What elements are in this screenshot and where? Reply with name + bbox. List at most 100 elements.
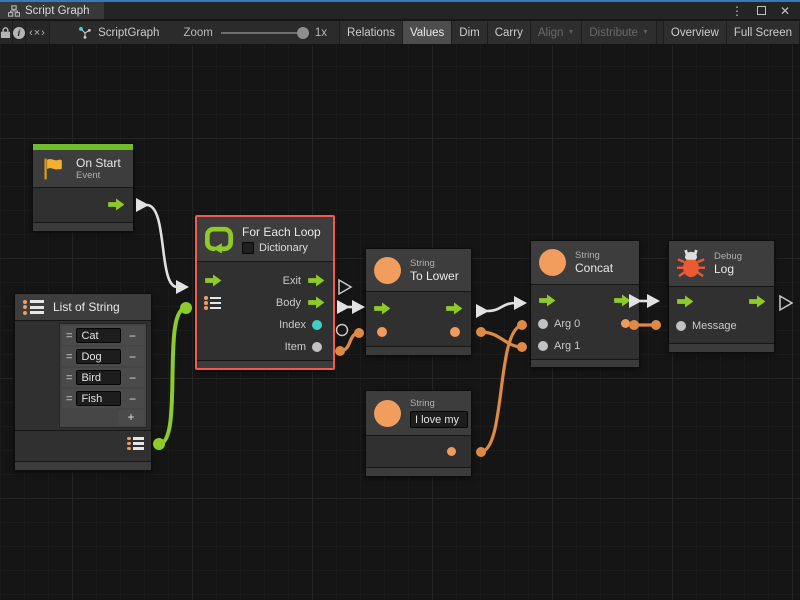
- graph-name-label: ScriptGraph: [98, 27, 159, 39]
- zoom-label: Zoom: [183, 27, 212, 39]
- flow-output-port[interactable]: [107, 198, 126, 211]
- list-input-port[interactable]: [204, 297, 221, 310]
- node-footer: [366, 346, 471, 355]
- string-output-port[interactable]: [621, 319, 630, 328]
- inspect-button[interactable]: i: [13, 21, 26, 44]
- index-output-port[interactable]: [312, 320, 322, 330]
- add-item-button[interactable]: +: [118, 410, 144, 425]
- item-output-port[interactable]: [312, 342, 322, 352]
- graph-toolbar: i ‹×› ScriptGraph Zoom 1x Relations Valu…: [0, 21, 800, 45]
- string-input-port[interactable]: [377, 327, 387, 337]
- drag-handle[interactable]: =: [66, 372, 72, 384]
- port-label-index: Index: [204, 319, 306, 331]
- node-category: Debug: [714, 251, 742, 262]
- node-concat[interactable]: String Concat Arg 0 Arg 1: [530, 240, 640, 368]
- drag-handle[interactable]: =: [66, 351, 72, 363]
- remove-item-button[interactable]: −: [125, 329, 140, 343]
- string-value-input[interactable]: [410, 411, 468, 428]
- node-footer: [15, 461, 151, 470]
- graph-window-icon: [8, 5, 20, 17]
- list-item-input[interactable]: [76, 349, 121, 364]
- flow-output-port[interactable]: [445, 302, 464, 315]
- body-output-port[interactable]: [307, 296, 326, 309]
- node-string-literal[interactable]: String: [365, 390, 472, 477]
- list-icon: [23, 300, 44, 314]
- node-category: String: [410, 398, 468, 409]
- node-category: String: [410, 258, 459, 269]
- list-item-row: = −: [62, 368, 144, 387]
- flow-output-port[interactable]: [613, 294, 632, 307]
- list-item-input[interactable]: [76, 391, 121, 406]
- node-footer: [197, 360, 333, 368]
- node-title: Log: [714, 262, 742, 276]
- relations-toggle[interactable]: Relations: [340, 21, 403, 44]
- flow-output-port[interactable]: [748, 295, 767, 308]
- node-footer: [33, 222, 133, 231]
- port-label-message: Message: [692, 320, 767, 332]
- list-item-row: = −: [62, 326, 144, 345]
- dictionary-checkbox[interactable]: [242, 242, 254, 254]
- flow-input-port[interactable]: [538, 294, 557, 307]
- titlebar: Script Graph ⋮ ✕: [0, 0, 800, 19]
- remove-item-button[interactable]: −: [125, 350, 140, 364]
- port-label-exit: Exit: [229, 275, 301, 287]
- node-footer: [669, 343, 774, 352]
- tab-script-graph[interactable]: Script Graph: [0, 2, 104, 19]
- flag-icon: [41, 156, 67, 182]
- distribute-dropdown[interactable]: Distribute ▼: [582, 21, 657, 44]
- close-icon[interactable]: ✕: [780, 4, 790, 18]
- node-footer: [531, 359, 639, 367]
- loop-icon: [205, 225, 233, 253]
- string-output-port[interactable]: [450, 327, 460, 337]
- list-item-input[interactable]: [76, 328, 121, 343]
- arg1-input-port[interactable]: [538, 341, 548, 351]
- list-output-port[interactable]: [127, 437, 144, 450]
- code-icon: ‹×›: [29, 27, 46, 39]
- remove-item-button[interactable]: −: [125, 392, 140, 406]
- graph-breadcrumb[interactable]: ScriptGraph: [68, 21, 169, 44]
- list-item-input[interactable]: [76, 370, 121, 385]
- string-output-port[interactable]: [447, 447, 456, 456]
- port-label-item: Item: [204, 341, 306, 353]
- flow-input-port[interactable]: [204, 274, 223, 287]
- flow-input-port[interactable]: [373, 302, 392, 315]
- node-title: On Start: [76, 156, 121, 170]
- drag-handle[interactable]: =: [66, 330, 72, 342]
- values-toggle[interactable]: Values: [403, 21, 452, 44]
- node-title: For Each Loop: [242, 225, 321, 239]
- node-debug-log[interactable]: Debug Log Message: [668, 240, 775, 353]
- align-dropdown[interactable]: Align ▼: [531, 21, 583, 44]
- flow-input-port[interactable]: [676, 295, 695, 308]
- node-on-start[interactable]: On Start Event: [32, 143, 134, 232]
- tab-title: Script Graph: [25, 5, 90, 17]
- fullscreen-button[interactable]: Full Screen: [727, 21, 800, 44]
- node-to-lower[interactable]: String To Lower: [365, 248, 472, 356]
- exit-output-port[interactable]: [307, 274, 326, 287]
- chevron-down-icon: ▼: [642, 29, 649, 36]
- remove-item-button[interactable]: −: [125, 371, 140, 385]
- string-type-icon: [374, 400, 401, 427]
- lock-button[interactable]: [0, 21, 13, 44]
- window-menu-icon[interactable]: ⋮: [731, 4, 743, 18]
- zoom-slider-handle[interactable]: [297, 27, 309, 39]
- node-list-of-string[interactable]: List of String = − = − = − = − +: [14, 293, 152, 471]
- list-inspector: = − = − = − = − +: [59, 323, 147, 428]
- carry-toggle[interactable]: Carry: [488, 21, 531, 44]
- string-type-icon: [374, 257, 401, 284]
- node-for-each-loop[interactable]: For Each Loop Dictionary Exit Body Index…: [195, 215, 335, 370]
- script-graph-icon: [78, 26, 92, 40]
- chevron-down-icon: ▼: [567, 29, 574, 36]
- port-label-arg0: Arg 0: [554, 318, 615, 330]
- arg0-input-port[interactable]: [538, 319, 548, 329]
- overview-button[interactable]: Overview: [663, 21, 727, 44]
- info-icon: i: [13, 27, 25, 39]
- zoom-slider[interactable]: [221, 32, 307, 34]
- message-input-port[interactable]: [676, 321, 686, 331]
- node-footer: [366, 467, 471, 476]
- drag-handle[interactable]: =: [66, 393, 72, 405]
- maximize-icon[interactable]: [757, 6, 766, 15]
- string-type-icon: [539, 249, 566, 276]
- edit-source-button[interactable]: ‹×›: [26, 21, 50, 44]
- node-category: String: [575, 250, 613, 261]
- dim-toggle[interactable]: Dim: [452, 21, 487, 44]
